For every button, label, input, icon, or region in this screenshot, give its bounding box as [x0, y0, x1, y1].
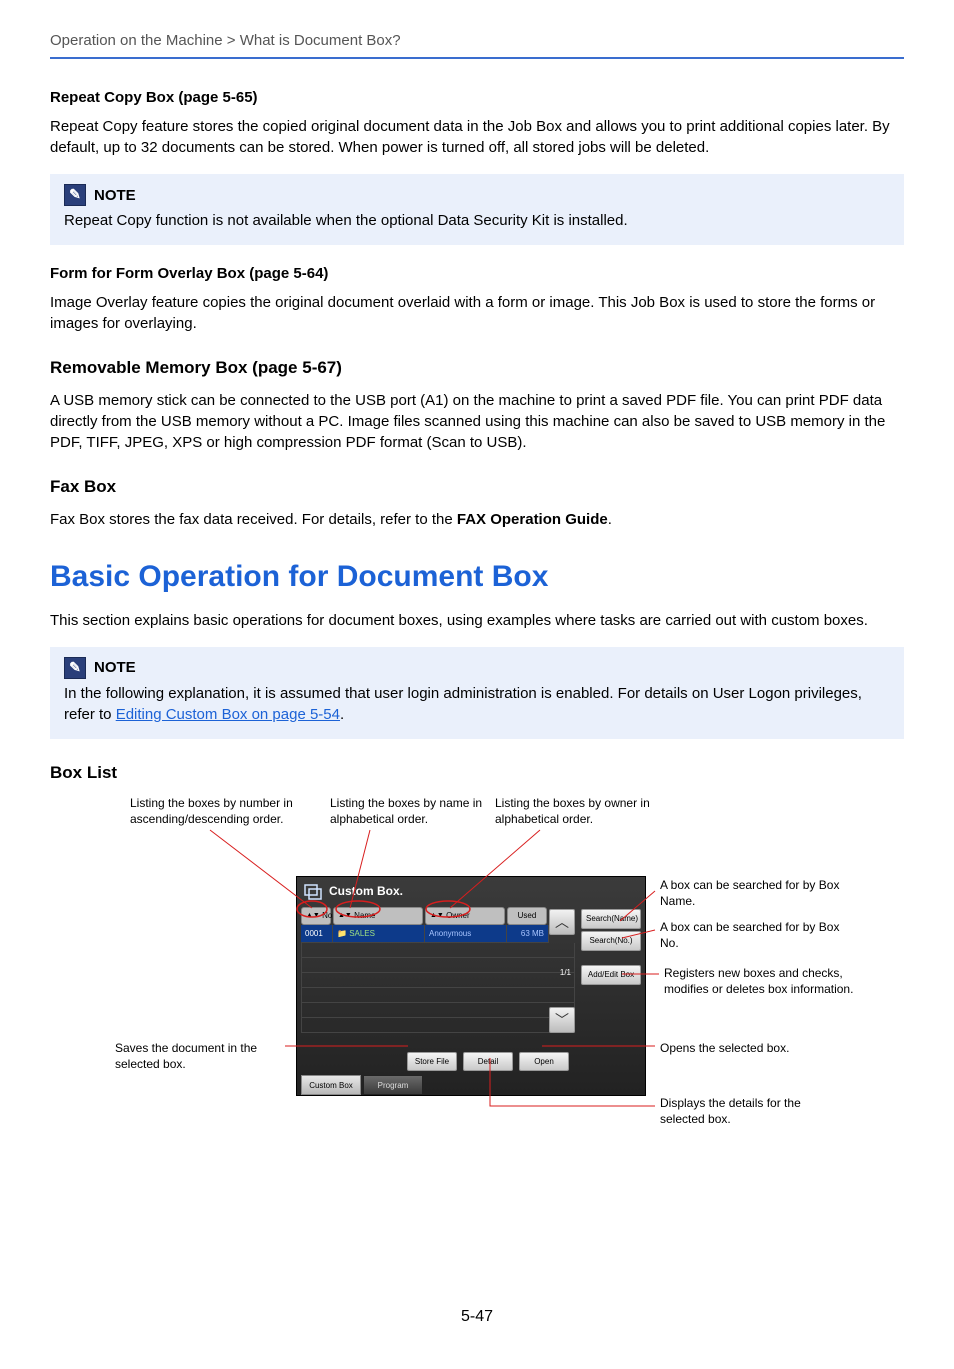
note-icon	[64, 657, 86, 679]
para-basic-operation: This section explains basic operations f…	[50, 610, 904, 631]
note-block-2: NOTE In the following explanation, it is…	[50, 647, 904, 739]
scroll-up-button[interactable]: ︿	[549, 909, 575, 935]
heading-removable-memory: Removable Memory Box (page 5-67)	[50, 356, 904, 380]
col-header-name[interactable]: ▲▼ Name	[333, 907, 423, 924]
note-label: NOTE	[94, 657, 136, 678]
heading-box-list: Box List	[50, 761, 904, 785]
breadcrumb: Operation on the Machine > What is Docum…	[50, 30, 904, 59]
callout-search-no: A box can be searched for by Box No.	[660, 920, 840, 951]
page-indicator: 1/1	[560, 967, 571, 978]
note-body: Repeat Copy function is not available wh…	[64, 210, 890, 231]
callout-sort-name: Listing the boxes by name in alphabetica…	[330, 796, 500, 827]
cell-no: 0001	[301, 925, 333, 943]
col-header-no[interactable]: ▲▼ No.	[301, 907, 331, 924]
search-name-button[interactable]: Search(Name)	[581, 909, 641, 928]
search-no-button[interactable]: Search(No.)	[581, 931, 641, 950]
heading-repeat-copy: Repeat Copy Box (page 5-65)	[50, 87, 904, 108]
tab-program[interactable]: Program	[363, 1075, 423, 1095]
col-header-owner[interactable]: ▲▼ Owner	[425, 907, 505, 924]
callout-sort-number: Listing the boxes by number in ascending…	[130, 796, 300, 827]
text: Fax Box stores the fax data received. Fo…	[50, 511, 457, 528]
heading-fax-box: Fax Box	[50, 475, 904, 499]
tab-custom-box[interactable]: Custom Box	[301, 1075, 361, 1095]
note-label: NOTE	[94, 185, 136, 206]
text: .	[340, 706, 344, 723]
text-bold: FAX Operation Guide	[457, 511, 608, 528]
para-form-overlay: Image Overlay feature copies the origina…	[50, 292, 904, 334]
link-editing-custom-box[interactable]: Editing Custom Box on page 5-54	[116, 706, 340, 723]
custom-box-panel: Custom Box. ▲▼ No. ▲▼ Name ▲▼ Owner Used…	[296, 876, 646, 1096]
add-edit-box-button[interactable]: Add/Edit Box	[581, 965, 641, 984]
box-list-diagram: Listing the boxes by number in ascending…	[50, 796, 904, 1166]
cell-used: 63 MB	[507, 925, 549, 943]
heading-form-overlay: Form for Form Overlay Box (page 5-64)	[50, 263, 904, 284]
scroll-down-button[interactable]: ﹀	[549, 1007, 575, 1033]
open-button[interactable]: Open	[519, 1052, 569, 1071]
store-file-button[interactable]: Store File	[407, 1052, 457, 1071]
text: .	[608, 511, 612, 528]
panel-title: Custom Box.	[329, 883, 403, 900]
callout-sort-owner: Listing the boxes by owner in alphabetic…	[495, 796, 665, 827]
custom-box-icon	[303, 881, 323, 901]
callout-store-file: Saves the document in the selected box.	[115, 1041, 285, 1072]
para-removable-memory: A USB memory stick can be connected to t…	[50, 390, 904, 453]
cell-name: 📁 SALES	[333, 925, 425, 943]
para-fax-box: Fax Box stores the fax data received. Fo…	[50, 509, 904, 530]
note-block-1: NOTE Repeat Copy function is not availab…	[50, 174, 904, 245]
table-row[interactable]: 0001 📁 SALES Anonymous 63 MB	[301, 925, 575, 943]
note-body: In the following explanation, it is assu…	[64, 683, 890, 725]
page-number: 5-47	[50, 1306, 904, 1328]
callout-detail: Displays the details for the selected bo…	[660, 1096, 840, 1127]
callout-search-name: A box can be searched for by Box Name.	[660, 878, 840, 909]
para-repeat-copy: Repeat Copy feature stores the copied or…	[50, 116, 904, 158]
heading-basic-operation: Basic Operation for Document Box	[50, 556, 904, 598]
callout-add-edit: Registers new boxes and checks, modifies…	[664, 966, 864, 997]
note-icon	[64, 184, 86, 206]
col-header-used: Used	[507, 907, 547, 924]
panel-title-bar: Custom Box.	[297, 877, 645, 905]
cell-owner: Anonymous	[425, 925, 507, 943]
callout-open: Opens the selected box.	[660, 1041, 840, 1057]
detail-button[interactable]: Detail	[463, 1052, 513, 1071]
